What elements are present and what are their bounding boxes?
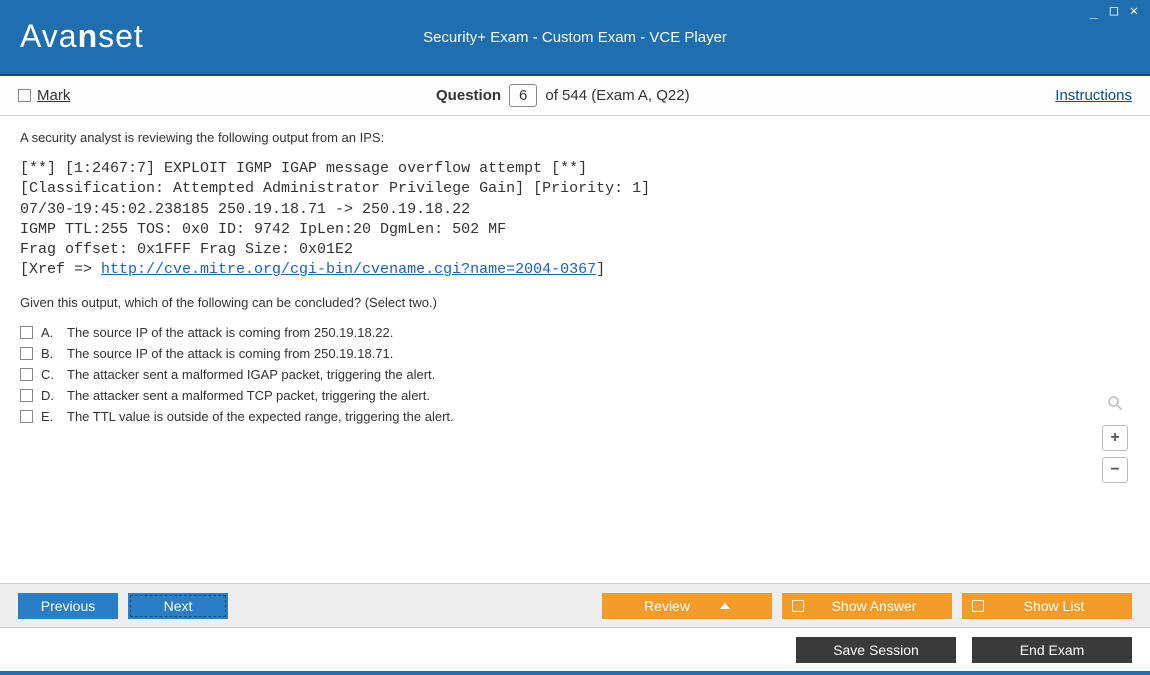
option-c[interactable]: C. The attacker sent a malformed IGAP pa… bbox=[20, 364, 1130, 385]
option-a[interactable]: A. The source IP of the attack is coming… bbox=[20, 322, 1130, 343]
question-prompt: Given this output, which of the followin… bbox=[20, 295, 1130, 310]
option-text: The attacker sent a malformed IGAP packe… bbox=[67, 367, 435, 382]
mark-label: Mark bbox=[37, 87, 70, 104]
option-checkbox[interactable] bbox=[20, 347, 33, 360]
option-checkbox[interactable] bbox=[20, 326, 33, 339]
maximize-button[interactable]: □ bbox=[1106, 4, 1122, 20]
show-list-button[interactable]: Show List bbox=[962, 593, 1132, 619]
bottom-accent-bar bbox=[0, 671, 1150, 675]
zoom-in-button[interactable]: + bbox=[1102, 425, 1128, 451]
mark-checkbox[interactable] bbox=[18, 89, 31, 102]
option-e[interactable]: E. The TTL value is outside of the expec… bbox=[20, 406, 1130, 427]
cve-link[interactable]: http://cve.mitre.org/cgi-bin/cvename.cgi… bbox=[101, 261, 596, 278]
option-letter: B. bbox=[41, 346, 59, 361]
next-button[interactable]: Next bbox=[128, 593, 228, 619]
save-session-button[interactable]: Save Session bbox=[796, 637, 956, 663]
question-content: A security analyst is reviewing the foll… bbox=[0, 116, 1150, 583]
chevron-up-icon bbox=[720, 603, 730, 609]
code-line: [**] [1:2467:7] EXPLOIT IGMP IGAP messag… bbox=[20, 160, 587, 177]
question-of-text: of 544 (Exam A, Q22) bbox=[545, 87, 689, 104]
question-stem: A security analyst is reviewing the foll… bbox=[20, 130, 1130, 145]
search-icon[interactable] bbox=[1102, 393, 1128, 419]
nav-footer: Previous Next Review Show Answer Show Li… bbox=[0, 583, 1150, 627]
minimize-button[interactable]: _ bbox=[1086, 4, 1102, 20]
code-line: Frag offset: 0x1FFF Frag Size: 0x01E2 bbox=[20, 241, 353, 258]
session-footer: Save Session End Exam bbox=[0, 627, 1150, 671]
zoom-out-button[interactable]: − bbox=[1102, 457, 1128, 483]
option-checkbox[interactable] bbox=[20, 389, 33, 402]
ips-output: [**] [1:2467:7] EXPLOIT IGMP IGAP messag… bbox=[20, 159, 1130, 281]
code-xref-prefix: [Xref => bbox=[20, 261, 101, 278]
option-text: The source IP of the attack is coming fr… bbox=[67, 346, 393, 361]
option-b[interactable]: B. The source IP of the attack is coming… bbox=[20, 343, 1130, 364]
review-button[interactable]: Review bbox=[602, 593, 772, 619]
option-text: The TTL value is outside of the expected… bbox=[67, 409, 454, 424]
show-answer-label: Show Answer bbox=[816, 598, 932, 614]
option-text: The source IP of the attack is coming fr… bbox=[67, 325, 393, 340]
show-answer-button[interactable]: Show Answer bbox=[782, 593, 952, 619]
question-position: Question 6 of 544 (Exam A, Q22) bbox=[70, 84, 1055, 107]
option-checkbox[interactable] bbox=[20, 368, 33, 381]
option-letter: C. bbox=[41, 367, 59, 382]
instructions-link[interactable]: Instructions bbox=[1055, 87, 1132, 104]
close-button[interactable]: ✕ bbox=[1126, 4, 1142, 20]
code-line: [Classification: Attempted Administrator… bbox=[20, 180, 650, 197]
option-d[interactable]: D. The attacker sent a malformed TCP pac… bbox=[20, 385, 1130, 406]
zoom-controls: + − bbox=[1102, 393, 1128, 483]
previous-button[interactable]: Previous bbox=[18, 593, 118, 619]
answer-options: A. The source IP of the attack is coming… bbox=[20, 322, 1130, 427]
show-list-label: Show List bbox=[996, 598, 1112, 614]
option-letter: D. bbox=[41, 388, 59, 403]
window-controls: _ □ ✕ bbox=[1086, 4, 1142, 20]
titlebar: Avanset Security+ Exam - Custom Exam - V… bbox=[0, 0, 1150, 76]
option-checkbox[interactable] bbox=[20, 410, 33, 423]
question-header: Mark Question 6 of 544 (Exam A, Q22) Ins… bbox=[0, 76, 1150, 116]
end-exam-button[interactable]: End Exam bbox=[972, 637, 1132, 663]
window-title: Security+ Exam - Custom Exam - VCE Playe… bbox=[0, 0, 1150, 76]
show-list-checkbox[interactable] bbox=[972, 600, 984, 612]
code-line: 07/30-19:45:02.238185 250.19.18.71 -> 25… bbox=[20, 201, 470, 218]
app-window: Avanset Security+ Exam - Custom Exam - V… bbox=[0, 0, 1150, 675]
question-number-input[interactable]: 6 bbox=[509, 84, 537, 107]
option-letter: E. bbox=[41, 409, 59, 424]
option-text: The attacker sent a malformed TCP packet… bbox=[67, 388, 430, 403]
review-label: Review bbox=[644, 598, 690, 614]
logo: Avanset bbox=[20, 18, 144, 55]
code-xref-suffix: ] bbox=[596, 261, 605, 278]
option-letter: A. bbox=[41, 325, 59, 340]
show-answer-checkbox[interactable] bbox=[792, 600, 804, 612]
code-line: IGMP TTL:255 TOS: 0x0 ID: 9742 IpLen:20 … bbox=[20, 221, 506, 238]
question-word: Question bbox=[436, 87, 501, 104]
mark-checkbox-wrap[interactable]: Mark bbox=[18, 87, 70, 104]
